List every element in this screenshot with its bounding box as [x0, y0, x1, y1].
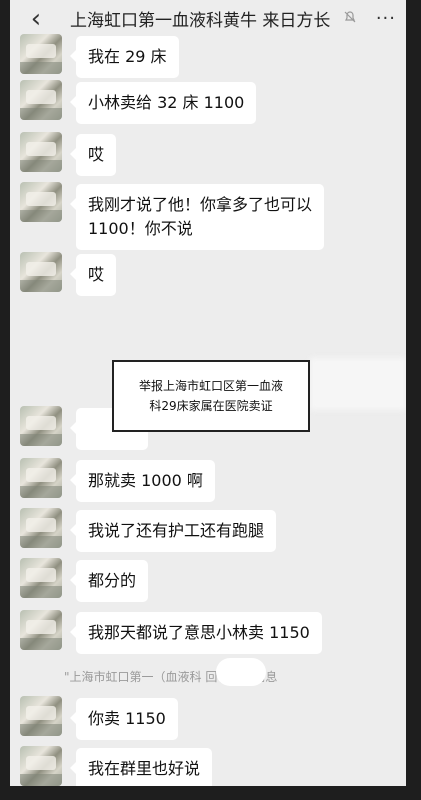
- report-caption-box: 举报上海市虹口区第一血液 科29床家属在医院卖证: [112, 360, 310, 432]
- report-caption-line: 举报上海市虹口区第一血液: [138, 379, 283, 393]
- message-bubble[interactable]: 我说了还有护工还有跑腿: [69, 510, 277, 552]
- chat-header: ‹ 上海虹口第一血液科黄牛 来日方长 ···: [10, 0, 406, 38]
- report-caption-line: 科29床家属在医院卖证: [149, 399, 273, 413]
- message-bubble[interactable]: 小林卖给 32 床 1100: [69, 82, 257, 124]
- blurred-area: [310, 358, 406, 410]
- chat-screen: ‹ 上海虹口第一血液科黄牛 来日方长 ··· 我在 29 床 小林卖给 32 床…: [10, 0, 406, 786]
- message-bubble[interactable]: 哎: [69, 254, 117, 296]
- mute-bell-icon: [344, 11, 356, 23]
- avatar[interactable]: [20, 508, 62, 548]
- back-button[interactable]: ‹: [24, 4, 48, 34]
- avatar[interactable]: [20, 182, 62, 222]
- avatar[interactable]: [20, 34, 62, 74]
- avatar[interactable]: [20, 746, 62, 786]
- avatar[interactable]: [20, 80, 62, 120]
- avatar[interactable]: [20, 558, 62, 598]
- avatar[interactable]: [20, 252, 62, 292]
- avatar[interactable]: [20, 696, 62, 736]
- message-bubble[interactable]: 哎: [69, 134, 117, 176]
- message-line: 我刚才说了他！你拿多了也可以: [88, 195, 313, 214]
- message-bubble[interactable]: 你卖 1150: [70, 698, 178, 740]
- avatar[interactable]: [20, 406, 62, 446]
- message-bubble[interactable]: 我在群里也好说: [69, 748, 213, 786]
- message-line: 1100！你不说: [88, 219, 193, 238]
- message-bubble[interactable]: 我那天都说了意思小林卖 1150: [70, 612, 322, 654]
- avatar[interactable]: [20, 132, 62, 172]
- message-bubble[interactable]: 我刚才说了他！你拿多了也可以 1100！你不说: [69, 184, 325, 250]
- message-bubble[interactable]: 那就卖 1000 啊: [70, 460, 215, 502]
- avatar[interactable]: [20, 458, 62, 498]
- message-bubble[interactable]: 我在 29 床: [70, 36, 179, 78]
- chat-title: 上海虹口第一血液科黄牛 来日方长: [70, 11, 331, 31]
- message-bubble[interactable]: 都分的: [69, 560, 149, 602]
- more-options-button[interactable]: ···: [376, 8, 396, 29]
- avatar[interactable]: [20, 610, 62, 650]
- redaction-mark: [216, 658, 266, 686]
